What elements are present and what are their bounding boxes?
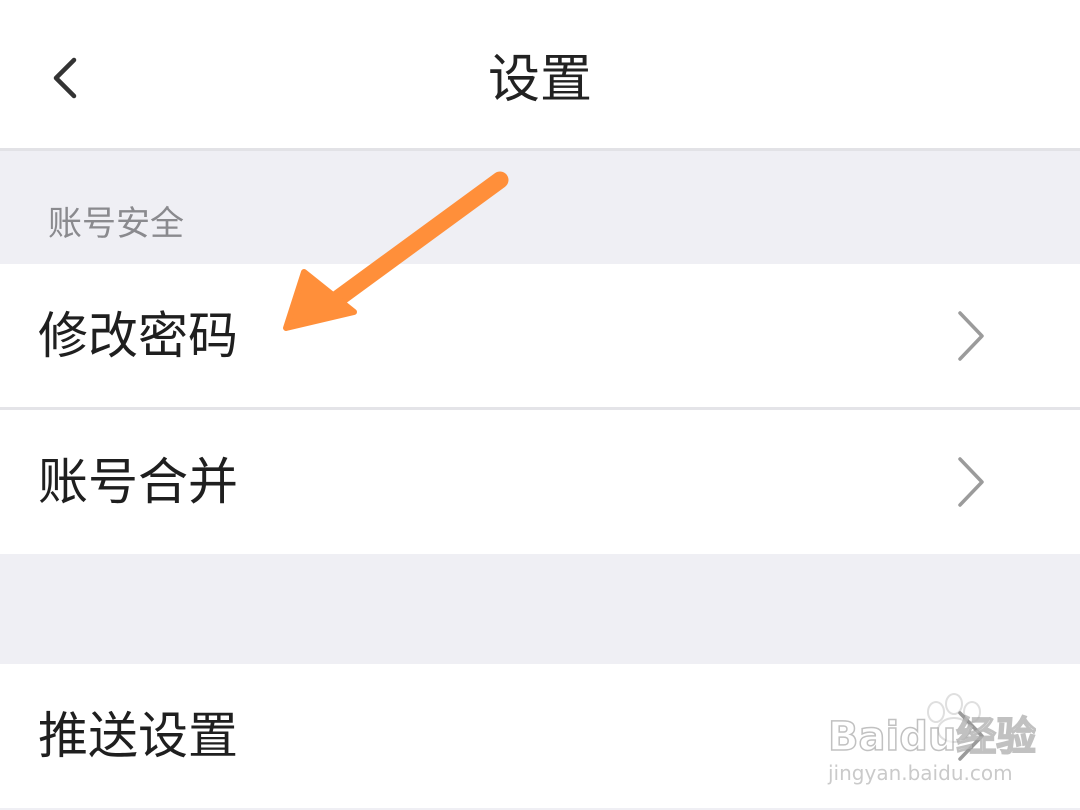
annotation-arrow-icon: [283, 171, 509, 331]
nav-header: 设置: [0, 0, 1080, 151]
settings-item-label: 推送设置: [38, 707, 238, 765]
settings-item-label: 修改密码: [38, 307, 238, 365]
page-title: 设置: [487, 50, 592, 110]
watermark-brand: Baidu经验: [828, 714, 1036, 760]
chevron-right-icon: [958, 457, 984, 507]
section-label-account-security: 账号安全: [48, 204, 184, 244]
watermark-url: jingyan.baidu.com: [827, 761, 1013, 785]
watermark-logo: Baidu经验 jingyan.baidu.com: [827, 693, 1036, 785]
settings-item-merge-accounts[interactable]: 账号合并: [0, 410, 1080, 554]
chevron-right-icon: [958, 311, 984, 361]
settings-item-label: 账号合并: [38, 453, 238, 511]
settings-item-change-password[interactable]: 修改密码: [0, 264, 1080, 408]
